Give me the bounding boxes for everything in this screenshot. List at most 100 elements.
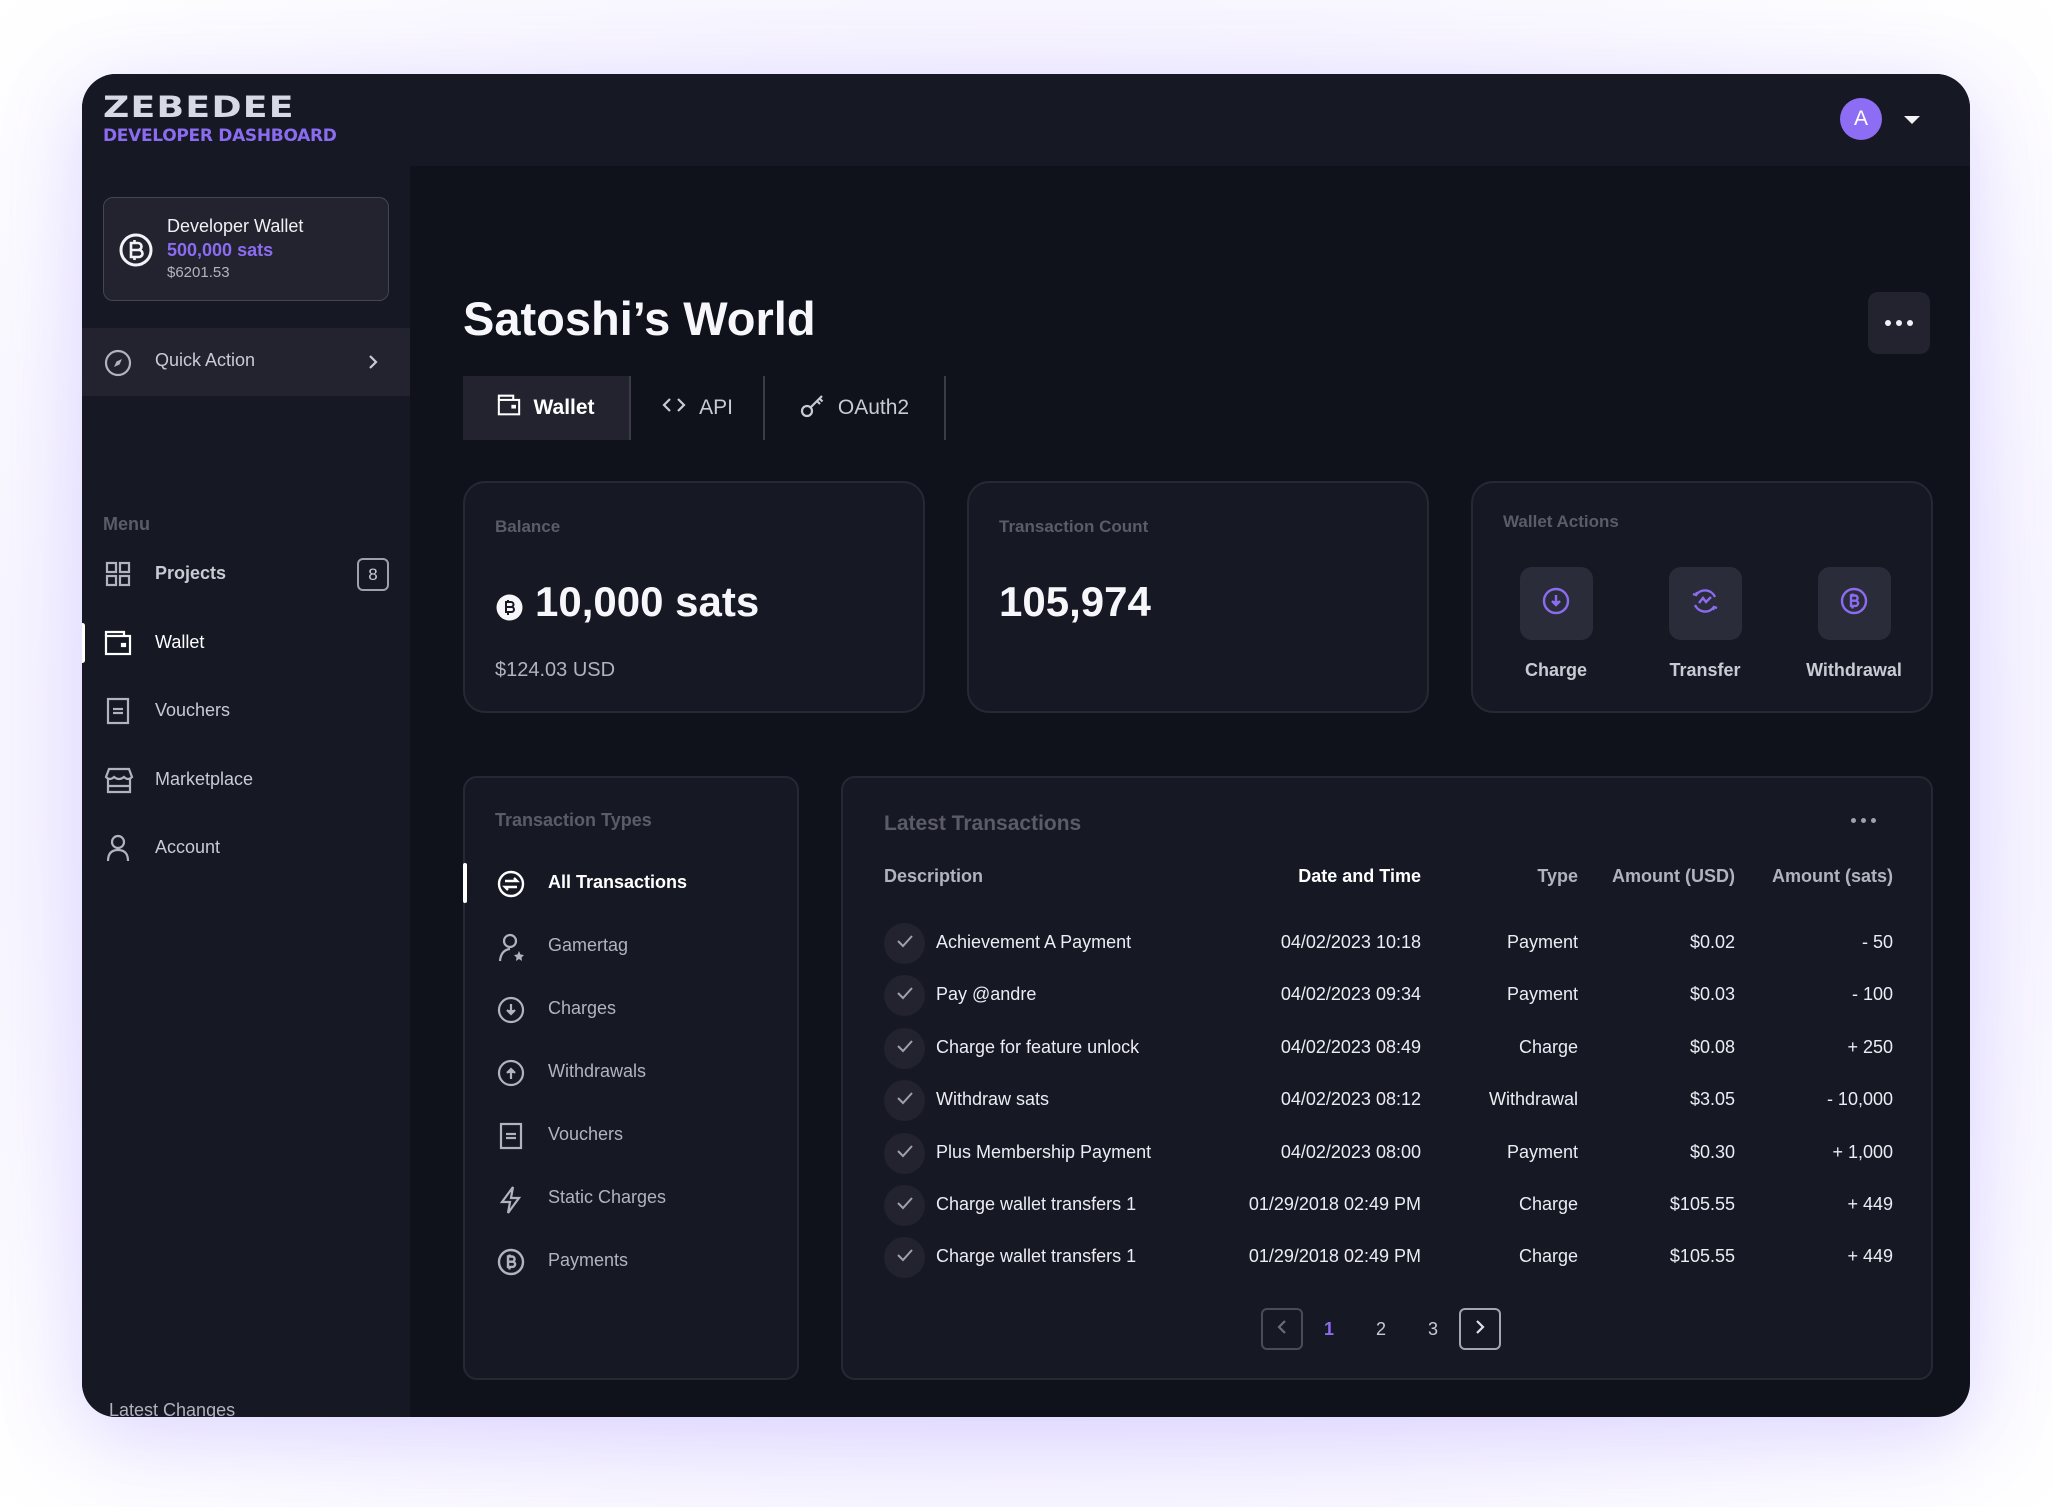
- withdrawal-action-button[interactable]: Withdrawal: [1799, 567, 1909, 681]
- chevron-left-icon: [1275, 1317, 1289, 1342]
- check-icon: [896, 934, 914, 953]
- grid-icon: [104, 560, 132, 588]
- cell-amount-sats: + 449: [1847, 1246, 1893, 1267]
- type-label: Gamertag: [548, 935, 629, 955]
- table-row[interactable]: Charge wallet transfers 1 01/29/2018 02:4…: [843, 1180, 1931, 1232]
- transactions-more-button[interactable]: [1851, 818, 1876, 823]
- type-vouchers[interactable]: Vouchers: [465, 1111, 797, 1159]
- cell-datetime: 01/29/2018 02:49 PM: [1248, 1194, 1421, 1214]
- cell-type: Charge: [1518, 1194, 1578, 1214]
- quick-action-label: Quick Action: [155, 350, 256, 370]
- status-check-badge: [884, 1185, 925, 1226]
- code-icon: [661, 395, 687, 421]
- table-row[interactable]: Withdraw sats 04/02/2023 08:12 Withdrawal $…: [843, 1075, 1931, 1127]
- tab-label: OAuth2: [837, 396, 910, 419]
- cell-amount-sats: - 50: [1861, 932, 1893, 952]
- cell-description: Achievement A Payment: [936, 932, 1132, 952]
- main-content: Satoshi’s World Wallet API OAuth2 Balanc…: [410, 166, 1970, 1417]
- sidebar-item-marketplace[interactable]: Marketplace: [82, 756, 410, 804]
- sidebar-item-account[interactable]: Account: [82, 824, 410, 872]
- chevron-right-icon: [1473, 1317, 1487, 1342]
- page-2[interactable]: 2: [1355, 1319, 1407, 1340]
- page-1[interactable]: 1: [1303, 1319, 1355, 1340]
- tab-oauth2[interactable]: OAuth2: [765, 376, 946, 440]
- wallet-icon: [497, 394, 521, 422]
- check-icon: [896, 1248, 914, 1267]
- action-label: Withdrawal: [1806, 660, 1902, 680]
- type-gamertag[interactable]: Gamertag: [465, 922, 797, 970]
- status-check-badge: [884, 1237, 925, 1279]
- bitcoin-coin-icon: [1840, 587, 1868, 620]
- column-header-sats[interactable]: Amount (sats): [1772, 866, 1893, 887]
- balance-card: Balance 10,000 sats $124.03 USD: [463, 481, 925, 713]
- action-label: Transfer: [1669, 660, 1741, 680]
- transaction-types-label: Transaction Types: [495, 810, 652, 830]
- column-header-type[interactable]: Type: [1537, 866, 1578, 887]
- caret-down-icon[interactable]: [1904, 116, 1920, 124]
- top-bar: ZEBEDEE DEVELOPER DASHBOARD A: [82, 74, 1970, 166]
- avatar[interactable]: A: [1840, 98, 1882, 140]
- cell-type: Payment: [1506, 1141, 1578, 1162]
- cell-amount-sats: + 250: [1847, 1036, 1893, 1057]
- type-payments[interactable]: Payments: [465, 1237, 797, 1285]
- charge-action-button[interactable]: Charge: [1501, 567, 1611, 681]
- cell-type: Charge: [1518, 1246, 1578, 1267]
- cell-type: Charge: [1518, 1036, 1578, 1057]
- store-icon: [104, 766, 134, 794]
- sidebar-item-wallet[interactable]: Wallet: [82, 619, 410, 667]
- action-icon-box: [1668, 567, 1742, 640]
- action-icon-box: [1817, 567, 1891, 640]
- next-page-button[interactable]: [1459, 1308, 1501, 1350]
- table-row[interactable]: Pay @andre 04/02/2023 09:34 Payment $0.03 - …: [843, 970, 1931, 1022]
- type-static-charges[interactable]: Static Charges: [465, 1174, 797, 1222]
- table-row[interactable]: Plus Membership Payment 04/02/2023 08:00 P…: [843, 1128, 1931, 1180]
- table-row[interactable]: Achievement A Payment 04/02/2023 10:18 Pay…: [843, 918, 1931, 970]
- sidebar-item-vouchers[interactable]: Vouchers: [82, 687, 410, 735]
- check-icon: [896, 1144, 914, 1163]
- logo[interactable]: ZEBEDEE DEVELOPER DASHBOARD: [103, 90, 337, 148]
- page-more-button[interactable]: [1868, 292, 1930, 354]
- cell-datetime: 04/02/2023 08:49: [1280, 1036, 1421, 1057]
- developer-wallet-title: Developer Wallet: [167, 216, 304, 236]
- bitcoin-coin-icon: [118, 232, 154, 273]
- cell-datetime: 01/29/2018 02:49 PM: [1248, 1246, 1421, 1267]
- transaction-count-label: Transaction Count: [999, 517, 1149, 536]
- prev-page-button[interactable]: [1261, 1308, 1303, 1350]
- column-header-description[interactable]: Description: [884, 866, 983, 887]
- table-row[interactable]: Charge for feature unlock 04/02/2023 08:4…: [843, 1023, 1931, 1075]
- type-charges[interactable]: Charges: [465, 985, 797, 1033]
- cell-type: Withdrawal: [1488, 1089, 1578, 1110]
- column-header-date[interactable]: Date and Time: [1298, 866, 1421, 887]
- cell-amount-usd: $105.55: [1669, 1194, 1735, 1214]
- transfer-action-button[interactable]: Transfer: [1650, 567, 1760, 681]
- wallet-actions-label: Wallet Actions: [1503, 512, 1619, 531]
- type-all-transactions[interactable]: All Transactions: [463, 859, 797, 907]
- type-withdrawals[interactable]: Withdrawals: [465, 1048, 797, 1096]
- column-header-usd[interactable]: Amount (USD): [1612, 866, 1735, 887]
- tab-label: Wallet: [533, 396, 595, 419]
- wallet-icon: [104, 629, 132, 657]
- latest-changes-link[interactable]: Latest Changes: [109, 1396, 235, 1417]
- page-3[interactable]: 3: [1407, 1319, 1459, 1340]
- cell-description: Pay @andre: [936, 984, 1037, 1005]
- compass-icon: [104, 349, 132, 382]
- action-icon-box: [1519, 567, 1593, 640]
- user-star-icon: [497, 933, 525, 962]
- sidebar-item-label: Wallet: [155, 632, 205, 652]
- quick-action-button[interactable]: Quick Action: [82, 328, 410, 396]
- tab-wallet[interactable]: Wallet: [463, 376, 631, 440]
- chevron-right-icon: [366, 352, 380, 377]
- transaction-count-card: Transaction Count 105,974: [967, 481, 1429, 713]
- action-label: Charge: [1524, 660, 1587, 680]
- tab-api[interactable]: API: [631, 376, 765, 440]
- check-icon: [896, 1196, 914, 1215]
- table-row[interactable]: Charge wallet transfers 1 01/29/2018 02:4…: [843, 1232, 1931, 1284]
- cell-datetime: 04/02/2023 10:18: [1280, 932, 1421, 952]
- cell-amount-usd: $105.55: [1669, 1246, 1735, 1267]
- cell-description: Charge wallet transfers 1: [936, 1194, 1137, 1214]
- check-icon: [896, 986, 914, 1005]
- voucher-icon: [104, 697, 132, 725]
- sidebar-item-projects[interactable]: Projects 8: [82, 550, 410, 598]
- developer-wallet-card[interactable]: Developer Wallet 500,000 sats $6201.53: [103, 197, 389, 301]
- user-icon: [104, 834, 132, 862]
